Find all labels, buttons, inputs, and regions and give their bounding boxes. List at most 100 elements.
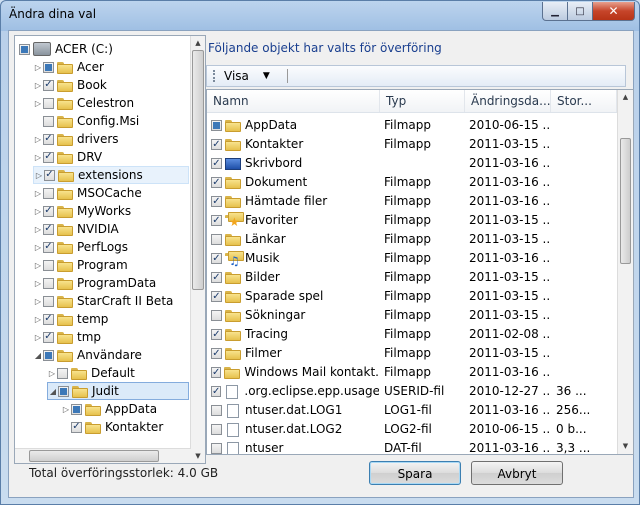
table-row[interactable]: ✓ Bilder Filmapp 2011-03-15 ... bbox=[207, 268, 617, 287]
view-menu-button[interactable]: Visa ▼ bbox=[213, 69, 270, 83]
column-header-type[interactable]: Typ bbox=[380, 90, 465, 112]
table-row[interactable]: ntuser.dat.LOG2 LOG2-fil 2010-06-15 ... 0 b… bbox=[207, 420, 617, 439]
minimize-button[interactable]: ▁ bbox=[542, 2, 568, 21]
checkbox[interactable] bbox=[43, 349, 54, 361]
collapsed-arrow-icon[interactable]: ▷ bbox=[47, 369, 57, 378]
tree-item[interactable]: ◢ Judit bbox=[47, 382, 189, 400]
collapsed-arrow-icon[interactable]: ▷ bbox=[33, 279, 43, 288]
tree-item[interactable]: ▷ ProgramData bbox=[33, 274, 189, 292]
checkbox[interactable]: ✓ bbox=[43, 79, 54, 91]
tree-item[interactable]: ✓ Kontakter bbox=[61, 418, 189, 436]
collapsed-arrow-icon[interactable]: ▷ bbox=[33, 63, 43, 72]
checkbox[interactable] bbox=[43, 187, 54, 199]
file-list[interactable]: Namn Typ Ändringsda... Stor... AppData Fi… bbox=[206, 89, 634, 455]
checkbox[interactable] bbox=[43, 115, 54, 127]
tree-item[interactable]: ▷ ✓ NVIDIA bbox=[33, 220, 189, 238]
column-header-date[interactable]: Ändringsda... bbox=[465, 90, 551, 112]
table-row[interactable]: ntuser DAT-fil 2011-03-16 ... 3,3 ... bbox=[207, 439, 617, 454]
collapsed-arrow-icon[interactable]: ▷ bbox=[33, 261, 43, 270]
checkbox[interactable]: ✓ bbox=[211, 291, 222, 302]
save-button[interactable]: Spara bbox=[369, 461, 461, 485]
checkbox[interactable]: ✓ bbox=[211, 215, 222, 226]
tree-item[interactable]: ▷ ✓ tmp bbox=[33, 328, 189, 346]
tree-item[interactable]: ▷ StarCraft II Beta bbox=[33, 292, 189, 310]
table-row[interactable]: ✓ Sparade spel Filmapp 2011-03-15 ... bbox=[207, 287, 617, 306]
scroll-up-arrow-icon[interactable]: ▲ bbox=[191, 36, 205, 50]
collapsed-arrow-icon[interactable]: ▷ bbox=[33, 135, 43, 144]
collapsed-arrow-icon[interactable]: ▷ bbox=[33, 153, 43, 162]
tree-item[interactable]: ▷ Program bbox=[33, 256, 189, 274]
checkbox[interactable]: ✓ bbox=[211, 139, 222, 150]
checkbox[interactable] bbox=[57, 367, 68, 379]
collapsed-arrow-icon[interactable]: ▷ bbox=[33, 297, 43, 306]
tree-item[interactable]: Config.Msi bbox=[33, 112, 189, 130]
table-row[interactable]: ✓ Windows Mail kontakt... Filmapp 2011-03-1… bbox=[207, 363, 617, 382]
checkbox[interactable] bbox=[71, 403, 82, 415]
checkbox[interactable]: ✓ bbox=[43, 331, 54, 343]
checkbox[interactable]: ✓ bbox=[43, 241, 54, 253]
checkbox[interactable] bbox=[211, 405, 222, 416]
tree-item[interactable]: ACER (C:) bbox=[19, 40, 189, 58]
table-row[interactable]: Sökningar Filmapp 2011-03-15 ... bbox=[207, 306, 617, 325]
checkbox[interactable] bbox=[211, 310, 222, 321]
checkbox[interactable]: ✓ bbox=[43, 313, 54, 325]
table-row[interactable]: Länkar Filmapp 2011-03-15 ... bbox=[207, 230, 617, 249]
checkbox[interactable]: ✓ bbox=[211, 367, 222, 378]
collapsed-arrow-icon[interactable]: ▷ bbox=[33, 189, 43, 198]
checkbox[interactable] bbox=[43, 277, 54, 289]
tree-horizontal-scrollbar[interactable] bbox=[15, 448, 191, 463]
tree-item[interactable]: ▷ ✓ extensions bbox=[33, 166, 189, 184]
table-row[interactable]: ✓ Tracing Filmapp 2011-02-08 ... bbox=[207, 325, 617, 344]
tree-item[interactable]: ▷ MSOCache bbox=[33, 184, 189, 202]
maximize-button[interactable]: □ bbox=[567, 2, 593, 21]
checkbox[interactable] bbox=[211, 424, 222, 435]
table-row[interactable]: ✓ Filmer Filmapp 2011-03-15 ... bbox=[207, 344, 617, 363]
table-row[interactable]: ✓ Skrivbord 2011-03-16 ... bbox=[207, 154, 617, 173]
checkbox[interactable] bbox=[43, 259, 54, 271]
checkbox[interactable]: ✓ bbox=[43, 151, 54, 163]
checkbox[interactable] bbox=[43, 295, 54, 307]
checkbox[interactable]: ✓ bbox=[211, 196, 222, 207]
scroll-down-arrow-icon[interactable]: ▼ bbox=[191, 449, 205, 463]
cancel-button[interactable]: Avbryt bbox=[471, 461, 563, 485]
tree-item[interactable]: ▷ Default bbox=[47, 364, 189, 382]
tree-item[interactable]: ▷ ✓ drivers bbox=[33, 130, 189, 148]
checkbox[interactable] bbox=[43, 61, 54, 73]
table-row[interactable]: ✓ Kontakter Filmapp 2011-03-15 ... bbox=[207, 135, 617, 154]
table-row[interactable]: ✓ Hämtade filer Filmapp 2011-03-16 ... bbox=[207, 192, 617, 211]
checkbox[interactable]: ✓ bbox=[211, 272, 222, 283]
collapsed-arrow-icon[interactable]: ▷ bbox=[33, 225, 43, 234]
checkbox[interactable] bbox=[19, 43, 30, 55]
close-button[interactable]: ✕ bbox=[592, 2, 635, 21]
tree-item[interactable]: ▷ ✓ PerfLogs bbox=[33, 238, 189, 256]
folder-tree[interactable]: ACER (C:) ▷ Acer ▷ ✓ Book ▷ Celestron Config.Msi… bbox=[14, 35, 206, 464]
checkbox[interactable]: ✓ bbox=[211, 253, 222, 264]
table-row[interactable]: ✓ Favoriter Filmapp 2011-03-15 ... bbox=[207, 211, 617, 230]
collapsed-arrow-icon[interactable]: ▷ bbox=[33, 333, 43, 342]
tree-item[interactable]: ▷ ✓ DRV bbox=[33, 148, 189, 166]
tree-item[interactable]: ▷ ✓ temp bbox=[33, 310, 189, 328]
checkbox[interactable]: ✓ bbox=[211, 158, 222, 169]
collapsed-arrow-icon[interactable]: ▷ bbox=[33, 315, 43, 324]
list-scroll-down-arrow-icon[interactable]: ▼ bbox=[618, 439, 633, 454]
checkbox[interactable]: ✓ bbox=[211, 177, 222, 188]
collapsed-arrow-icon[interactable]: ▷ bbox=[33, 99, 43, 108]
tree-item[interactable]: ◢ Användare bbox=[33, 346, 189, 364]
list-scroll-up-arrow-icon[interactable]: ▲ bbox=[618, 90, 633, 105]
checkbox[interactable]: ✓ bbox=[43, 133, 54, 145]
collapsed-arrow-icon[interactable]: ▷ bbox=[34, 171, 44, 180]
expanded-arrow-icon[interactable]: ◢ bbox=[48, 387, 58, 396]
tree-item[interactable]: ▷ ✓ Book bbox=[33, 76, 189, 94]
column-header-name[interactable]: Namn bbox=[207, 90, 380, 112]
table-row[interactable]: ntuser.dat.LOG1 LOG1-fil 2011-03-16 ... 256… bbox=[207, 401, 617, 420]
checkbox[interactable]: ✓ bbox=[211, 386, 222, 397]
checkbox[interactable]: ✓ bbox=[44, 169, 55, 181]
checkbox[interactable] bbox=[58, 385, 69, 397]
table-row[interactable]: AppData Filmapp 2010-06-15 ... bbox=[207, 116, 617, 135]
collapsed-arrow-icon[interactable]: ▷ bbox=[33, 81, 43, 90]
table-row[interactable]: ✓ .org.eclipse.epp.usage... USERID-fil 2010… bbox=[207, 382, 617, 401]
tree-vertical-scrollbar[interactable]: ▲ ▼ bbox=[190, 36, 205, 463]
expanded-arrow-icon[interactable]: ◢ bbox=[33, 351, 43, 360]
list-vscroll-thumb[interactable] bbox=[620, 138, 631, 264]
checkbox[interactable]: ✓ bbox=[211, 329, 222, 340]
